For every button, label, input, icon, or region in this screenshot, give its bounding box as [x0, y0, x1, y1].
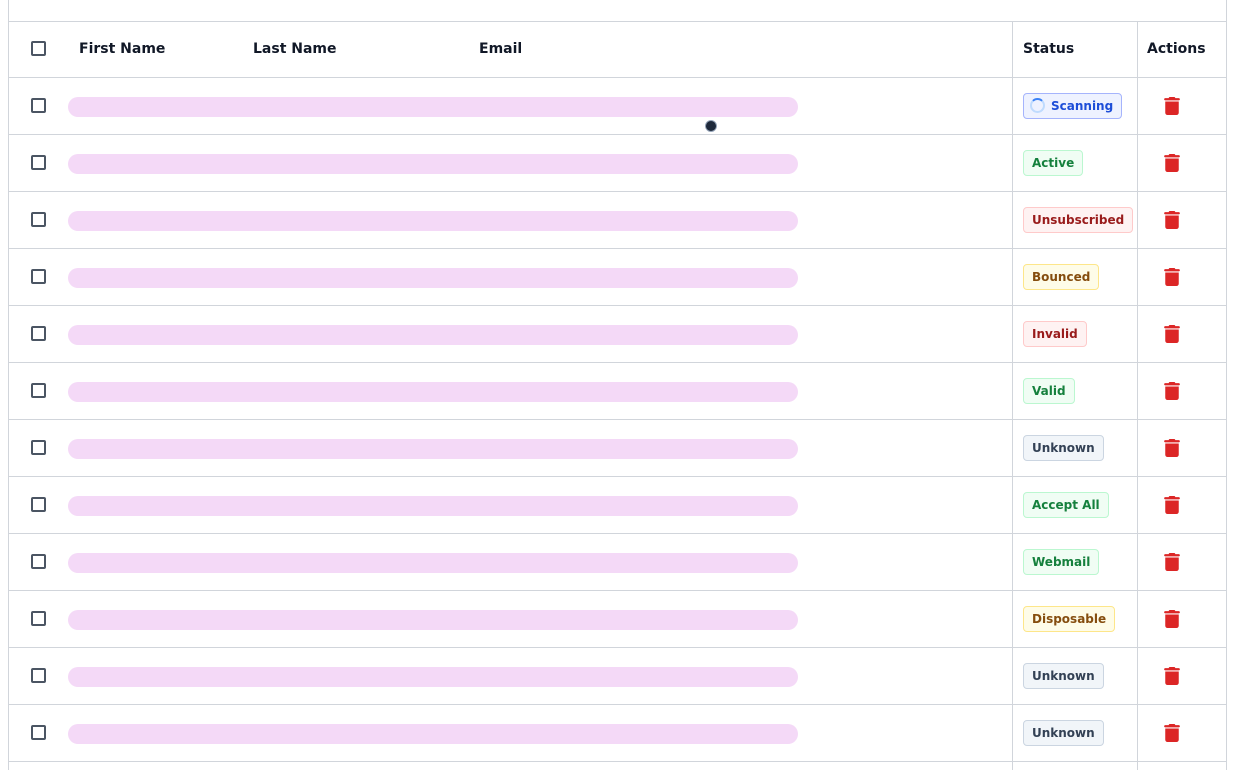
- trash-icon[interactable]: [1164, 325, 1180, 343]
- table-row: Valid: [9, 363, 1226, 420]
- row-select-checkbox[interactable]: [31, 212, 46, 227]
- status-badge-label: Active: [1032, 156, 1075, 170]
- loading-placeholder-bar: [68, 724, 798, 744]
- status-badge-label: Accept All: [1032, 498, 1100, 512]
- contacts-table: First Name Last Name Email Status Action…: [8, 0, 1227, 770]
- status-badge-label: Unknown: [1032, 726, 1095, 740]
- row-select-checkbox[interactable]: [31, 725, 46, 740]
- column-header-first-name[interactable]: First Name: [79, 41, 165, 57]
- table-row: Invalid: [9, 306, 1226, 363]
- status-badge: Valid: [1023, 378, 1075, 404]
- status-badge-label: Unsubscribed: [1032, 213, 1125, 227]
- trash-icon[interactable]: [1164, 496, 1180, 514]
- loading-placeholder-bar: [68, 97, 798, 117]
- status-badge-label: Valid: [1032, 384, 1066, 398]
- trash-icon[interactable]: [1164, 211, 1180, 229]
- loading-placeholder-bar: [68, 610, 798, 630]
- table-row: Accept All: [9, 477, 1226, 534]
- status-badge: Disposable: [1023, 606, 1116, 632]
- mouse-cursor-indicator: [705, 120, 717, 132]
- table-row: Webmail: [9, 534, 1226, 591]
- trash-icon[interactable]: [1164, 610, 1180, 628]
- table-row: Scanning: [9, 78, 1226, 135]
- loading-placeholder-bar: [68, 325, 798, 345]
- row-select-checkbox[interactable]: [31, 440, 46, 455]
- row-select-checkbox[interactable]: [31, 611, 46, 626]
- status-badge: Active: [1023, 150, 1084, 176]
- row-select-checkbox[interactable]: [31, 326, 46, 341]
- table-header-row: First Name Last Name Email Status Action…: [9, 22, 1226, 78]
- column-header-last-name[interactable]: Last Name: [253, 41, 337, 57]
- status-badge: Scanning: [1023, 93, 1123, 119]
- column-header-status[interactable]: Status: [1023, 41, 1074, 57]
- status-badge-label: Invalid: [1032, 327, 1078, 341]
- trash-icon[interactable]: [1164, 97, 1180, 115]
- trash-icon[interactable]: [1164, 268, 1180, 286]
- table-row: Bounced: [9, 249, 1226, 306]
- row-select-checkbox[interactable]: [31, 98, 46, 113]
- trash-icon[interactable]: [1164, 439, 1180, 457]
- status-badge: Unknown: [1023, 720, 1104, 746]
- loading-placeholder-bar: [68, 211, 798, 231]
- status-badge-label: Unknown: [1032, 441, 1095, 455]
- status-badge-label: Scanning: [1051, 99, 1114, 113]
- loading-placeholder-bar: [68, 439, 798, 459]
- table-toolbar-strip: [9, 0, 1226, 22]
- status-badge: Unsubscribed: [1023, 207, 1134, 233]
- loading-placeholder-bar: [68, 154, 798, 174]
- table-row: Unknown: [9, 705, 1226, 762]
- loading-placeholder-bar: [68, 667, 798, 687]
- row-select-checkbox[interactable]: [31, 269, 46, 284]
- row-select-checkbox[interactable]: [31, 497, 46, 512]
- status-badge-label: Bounced: [1032, 270, 1091, 284]
- loading-placeholder-bar: [68, 268, 798, 288]
- status-badge: Unknown: [1023, 435, 1104, 461]
- select-all-checkbox[interactable]: [31, 41, 46, 56]
- trash-icon[interactable]: [1164, 667, 1180, 685]
- status-badge: Accept All: [1023, 492, 1109, 518]
- table-row: Active: [9, 135, 1226, 192]
- status-badge: Invalid: [1023, 321, 1087, 347]
- status-badge: Webmail: [1023, 549, 1100, 575]
- trash-icon[interactable]: [1164, 553, 1180, 571]
- status-badge-label: Webmail: [1032, 555, 1091, 569]
- trash-icon[interactable]: [1164, 382, 1180, 400]
- table-row: Disposable: [9, 591, 1226, 648]
- loading-placeholder-bar: [68, 553, 798, 573]
- row-select-checkbox[interactable]: [31, 155, 46, 170]
- row-select-checkbox[interactable]: [31, 668, 46, 683]
- table-row: Unsubscribed: [9, 192, 1226, 249]
- table-row: Unknown: [9, 648, 1226, 705]
- loading-placeholder-bar: [68, 496, 798, 516]
- row-select-checkbox[interactable]: [31, 383, 46, 398]
- spinner-icon: [1030, 98, 1045, 113]
- column-header-email[interactable]: Email: [479, 41, 522, 57]
- trash-icon[interactable]: [1164, 724, 1180, 742]
- row-select-checkbox[interactable]: [31, 554, 46, 569]
- column-header-actions: Actions: [1147, 41, 1206, 57]
- trash-icon[interactable]: [1164, 154, 1180, 172]
- loading-placeholder-bar: [68, 382, 798, 402]
- table-row: Unknown: [9, 420, 1226, 477]
- status-badge-label: Unknown: [1032, 669, 1095, 683]
- status-badge: Unknown: [1023, 663, 1104, 689]
- status-badge: Bounced: [1023, 264, 1100, 290]
- status-badge-label: Disposable: [1032, 612, 1107, 626]
